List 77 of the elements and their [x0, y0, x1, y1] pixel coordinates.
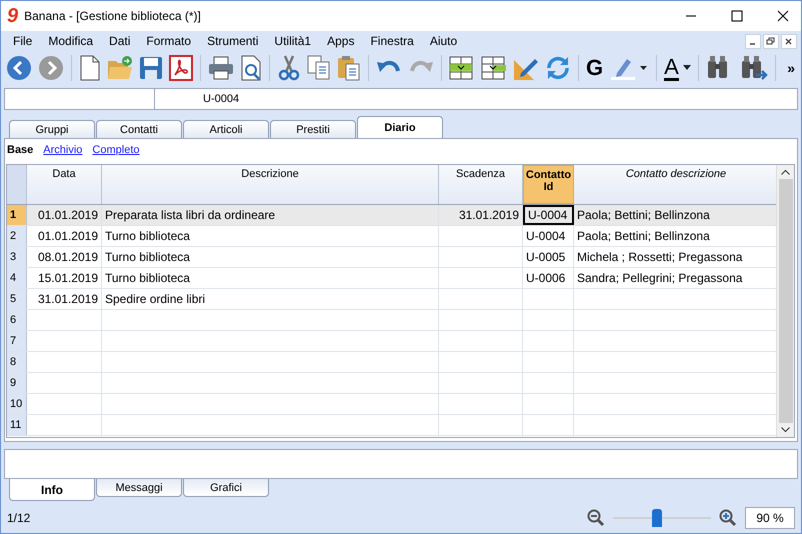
minimize-icon[interactable] — [745, 34, 761, 48]
table-cell: Turno biblioteca — [102, 247, 439, 267]
row-number[interactable]: 2 — [7, 226, 27, 246]
menu-item[interactable]: Apps — [319, 34, 362, 48]
pdf-icon[interactable] — [169, 55, 193, 81]
app-logo: 9 — [7, 4, 18, 28]
row-position: 1/12 — [7, 511, 30, 525]
row-number[interactable]: 6 — [7, 310, 27, 330]
table-cell: U-0004 — [523, 205, 574, 225]
zoom-out-icon[interactable] — [587, 509, 605, 527]
row-number[interactable]: 1 — [7, 205, 27, 225]
tab[interactable]: Diario — [357, 116, 443, 138]
open-folder-icon[interactable] — [107, 55, 133, 81]
table-cell: Preparata lista libri da ordineare — [102, 205, 439, 225]
table-cell: 31.01.2019 — [439, 205, 523, 225]
tab[interactable]: Gruppi — [9, 120, 95, 138]
row-number[interactable]: 4 — [7, 268, 27, 288]
menu-item[interactable]: Utilità1 — [266, 34, 320, 48]
window-title: Banana - [Gestione biblioteca (*)] — [24, 9, 201, 23]
caret-icon[interactable] — [682, 65, 691, 71]
restore-icon[interactable] — [763, 34, 779, 48]
refresh-icon[interactable] — [545, 55, 571, 81]
scissors-icon[interactable] — [277, 55, 301, 81]
tab[interactable]: Messaggi — [96, 479, 182, 497]
copy-icon[interactable] — [307, 55, 331, 81]
table-cell: 01.01.2019 — [27, 205, 102, 225]
binoculars-arrow-icon[interactable] — [740, 55, 768, 81]
table-cell: U-0006 — [523, 268, 574, 288]
font-color-button[interactable]: A — [664, 56, 691, 80]
printer-icon[interactable] — [208, 56, 234, 80]
row-number[interactable]: 7 — [7, 331, 27, 351]
menu-item[interactable]: File — [5, 34, 40, 48]
scrollbar[interactable] — [776, 165, 794, 437]
menu-item[interactable]: Strumenti — [199, 34, 266, 48]
column-header[interactable]: Data — [27, 165, 102, 204]
table-cell: 31.01.2019 — [27, 289, 102, 309]
menu-item[interactable]: Formato — [138, 34, 200, 48]
insert-row-icon[interactable] — [449, 56, 475, 80]
row-number[interactable]: 3 — [7, 247, 27, 267]
overflow-button[interactable]: » — [787, 60, 795, 76]
menu-item[interactable]: Dati — [101, 34, 138, 48]
tab[interactable]: Articoli — [183, 120, 269, 138]
new-document-icon[interactable] — [79, 55, 101, 81]
clipboard-icon[interactable] — [337, 55, 361, 81]
close-icon[interactable] — [777, 10, 789, 22]
row-number[interactable]: 5 — [7, 289, 27, 309]
row-number[interactable]: 11 — [7, 415, 27, 435]
print-preview-icon[interactable] — [240, 55, 262, 81]
row-number[interactable]: 9 — [7, 373, 27, 393]
table-cell: Spedire ordine libri — [102, 289, 439, 309]
column-header[interactable]: Descrizione — [102, 165, 439, 204]
zoom-in-icon[interactable] — [719, 509, 737, 527]
menu-item[interactable]: Finestra — [362, 34, 422, 48]
menu-item[interactable]: Modifica — [40, 34, 102, 48]
table-cell: 08.01.2019 — [27, 247, 102, 267]
row-number[interactable]: 10 — [7, 394, 27, 414]
table-cell: 01.01.2019 — [27, 226, 102, 246]
tab[interactable]: Prestiti — [270, 120, 356, 138]
menu-item[interactable]: Aiuto — [422, 34, 466, 48]
view-link[interactable]: Completo — [92, 144, 140, 156]
view-tab[interactable]: Base — [7, 144, 34, 156]
table-cell: 15.01.2019 — [27, 268, 102, 288]
zoom-slider[interactable] — [613, 508, 711, 528]
table-cell: Turno biblioteca — [102, 268, 439, 288]
table-cell: Turno biblioteca — [102, 226, 439, 246]
bold-button[interactable]: G — [586, 55, 604, 81]
tab[interactable]: Contatti — [96, 120, 182, 138]
table-cell: U-0005 — [523, 247, 574, 267]
column-header[interactable]: Contatto Id — [523, 165, 574, 204]
tab[interactable]: Info — [9, 479, 95, 501]
maximize-icon[interactable] — [731, 10, 743, 22]
view-link[interactable]: Archivio — [43, 144, 82, 156]
delete-row-icon[interactable] — [481, 56, 507, 80]
tab[interactable]: Grafici — [183, 479, 269, 497]
table-cell: U-0004 — [523, 226, 574, 246]
zoom-field[interactable]: 90 % — [745, 507, 795, 529]
row-number[interactable]: 8 — [7, 352, 27, 372]
